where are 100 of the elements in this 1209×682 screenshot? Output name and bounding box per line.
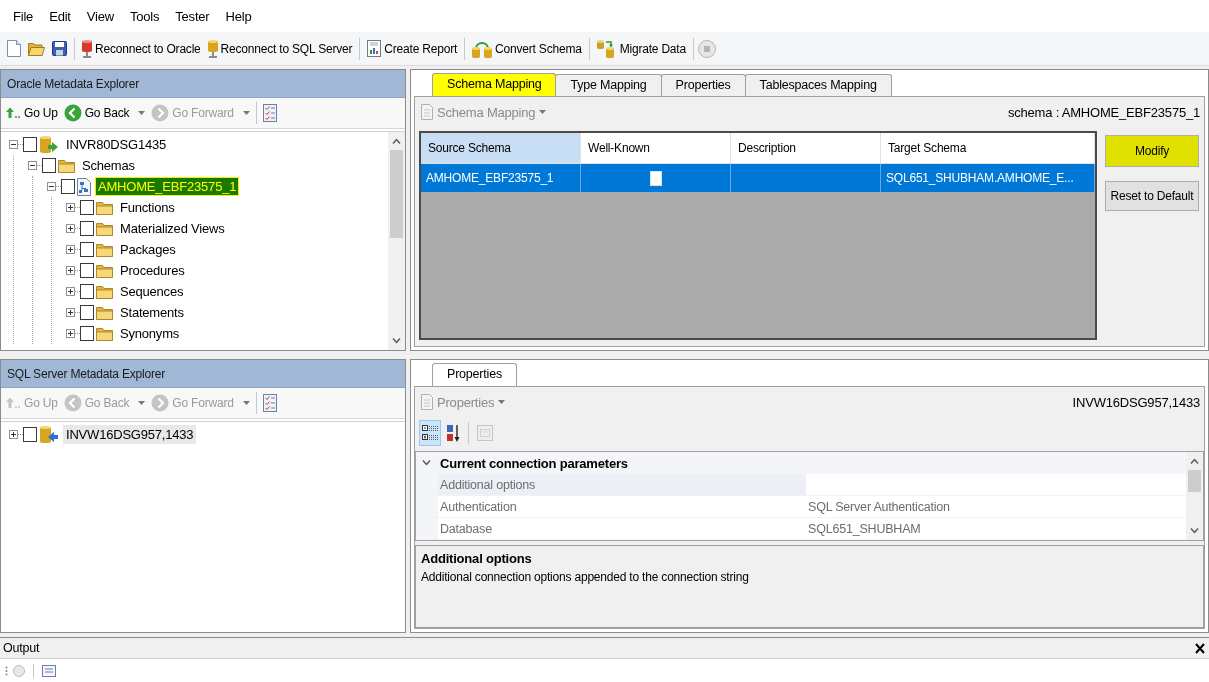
expand-icon[interactable] bbox=[66, 224, 75, 233]
panel-title: Output bbox=[3, 641, 40, 655]
property-value: SQL651_SHUBHAM bbox=[808, 521, 921, 536]
column-header[interactable]: Well-Known bbox=[581, 133, 731, 164]
tree-item[interactable]: Synonyms bbox=[117, 324, 183, 343]
column-header[interactable]: Source Schema bbox=[421, 133, 581, 164]
context-label: schema : AMHOME_EBF23575_1 bbox=[1007, 104, 1200, 120]
folder-icon bbox=[96, 263, 113, 278]
chevron-down-icon[interactable] bbox=[392, 338, 401, 344]
context-label: INVW16DSG957,1433 bbox=[1072, 394, 1200, 410]
button[interactable]: Reset to Default bbox=[1105, 181, 1199, 211]
checkbox[interactable] bbox=[80, 284, 94, 299]
checklist-icon[interactable] bbox=[262, 104, 277, 122]
expand-icon[interactable] bbox=[66, 287, 75, 296]
menu-item[interactable]: Edit bbox=[41, 6, 79, 26]
tree-item[interactable]: Procedures bbox=[117, 261, 188, 280]
chevron-up-icon[interactable] bbox=[392, 138, 401, 144]
tree-item[interactable]: Statements bbox=[117, 303, 187, 322]
database-icon bbox=[82, 39, 92, 58]
new-file-icon[interactable] bbox=[7, 40, 21, 57]
scroll-thumb[interactable] bbox=[1188, 470, 1201, 492]
checkbox[interactable] bbox=[80, 221, 94, 236]
nav-button[interactable]: Go Up bbox=[3, 104, 61, 122]
expand-icon[interactable] bbox=[9, 430, 18, 439]
menu-item[interactable]: View bbox=[78, 6, 122, 26]
column-header[interactable]: Description bbox=[731, 133, 881, 164]
tree-item[interactable]: Materialized Views bbox=[117, 219, 228, 238]
property-name[interactable]: Additional options bbox=[438, 474, 806, 495]
property-name[interactable]: Database bbox=[438, 518, 806, 539]
back-icon bbox=[63, 394, 82, 412]
checkbox[interactable] bbox=[23, 427, 37, 442]
menu-item[interactable]: Tools bbox=[121, 6, 168, 26]
list-icon[interactable] bbox=[42, 664, 56, 677]
save-icon[interactable] bbox=[52, 41, 67, 56]
checklist-icon[interactable] bbox=[262, 394, 277, 412]
expand-icon[interactable] bbox=[66, 203, 75, 212]
property-name[interactable]: Authentication bbox=[438, 496, 806, 517]
toolbar-button[interactable]: Create Report bbox=[364, 37, 461, 60]
chevron-up-icon[interactable] bbox=[1190, 458, 1199, 464]
forward-icon bbox=[151, 104, 170, 122]
tab[interactable]: Properties bbox=[660, 74, 746, 96]
grip-icon bbox=[5, 665, 8, 676]
checkbox[interactable] bbox=[42, 158, 56, 173]
checkbox[interactable] bbox=[80, 326, 94, 341]
diagram-document-icon bbox=[77, 177, 91, 196]
tab[interactable]: Type Mapping bbox=[555, 74, 662, 96]
collapse-icon[interactable] bbox=[9, 140, 18, 149]
checkbox[interactable] bbox=[80, 200, 94, 215]
toolbar-button[interactable]: Reconnect to SQL Server bbox=[204, 36, 356, 61]
tree-item[interactable]: Functions bbox=[117, 198, 178, 217]
forward-icon bbox=[151, 394, 170, 412]
sort-icon bbox=[446, 424, 460, 442]
checkbox[interactable] bbox=[61, 179, 75, 194]
open-folder-icon[interactable] bbox=[28, 41, 45, 56]
collapse-icon[interactable] bbox=[47, 182, 56, 191]
expand-icon[interactable] bbox=[66, 329, 75, 338]
tab[interactable]: Schema Mapping bbox=[432, 73, 557, 96]
menu-item[interactable]: Help bbox=[217, 6, 260, 26]
toolbar-button[interactable]: Migrate Data bbox=[593, 36, 689, 61]
chart-document-icon bbox=[367, 40, 382, 57]
table-row[interactable]: AMHOME_EBF23575_1 SQL651_SHUBHAM.AMHOME_E... bbox=[421, 164, 1095, 192]
folder-icon bbox=[96, 326, 113, 341]
checkbox[interactable] bbox=[80, 242, 94, 257]
scrollbar[interactable] bbox=[388, 132, 405, 350]
close-icon[interactable] bbox=[1195, 642, 1205, 654]
toolbar-button[interactable]: Convert Schema bbox=[469, 36, 585, 61]
checkbox[interactable] bbox=[80, 305, 94, 320]
menu-item[interactable]: Tester bbox=[167, 6, 218, 26]
toolbar-button[interactable]: Reconnect to Oracle bbox=[79, 36, 204, 61]
chevron-down-icon[interactable] bbox=[422, 460, 431, 466]
database-icon bbox=[207, 39, 218, 58]
view-button[interactable] bbox=[419, 420, 441, 446]
menu-item[interactable]: File bbox=[5, 6, 42, 26]
tree-item[interactable]: Schemas bbox=[79, 156, 138, 175]
tab[interactable]: Tablespaces Mapping bbox=[744, 74, 892, 96]
expand-icon[interactable] bbox=[66, 245, 75, 254]
collapse-icon[interactable] bbox=[28, 161, 37, 170]
tree-item[interactable]: INVR80DSG1435 bbox=[63, 135, 169, 154]
database-icon bbox=[39, 134, 59, 155]
checkbox[interactable] bbox=[80, 263, 94, 278]
tree-item[interactable]: Packages bbox=[117, 240, 179, 259]
tree-item[interactable]: Sequences bbox=[117, 282, 187, 301]
scrollbar[interactable] bbox=[1186, 452, 1203, 540]
caret-icon bbox=[498, 400, 506, 404]
document-icon bbox=[421, 394, 433, 410]
expand-icon[interactable] bbox=[66, 266, 75, 275]
checkbox[interactable] bbox=[23, 137, 37, 152]
table-cell: SQL651_SHUBHAM.AMHOME_E... bbox=[886, 171, 1074, 185]
chevron-down-icon[interactable] bbox=[1190, 528, 1199, 534]
folder-icon bbox=[58, 158, 75, 173]
scroll-thumb[interactable] bbox=[390, 150, 403, 238]
tree-item[interactable]: AMHOME_EBF23575_1 bbox=[95, 177, 240, 196]
tab[interactable]: Properties bbox=[432, 363, 517, 386]
nav-button[interactable]: Go Back bbox=[60, 102, 149, 124]
button[interactable]: Modify bbox=[1105, 135, 1199, 167]
document-icon bbox=[421, 104, 433, 120]
property-value: SQL Server Authentication bbox=[808, 499, 950, 514]
tree-item[interactable]: INVW16DSG957,1433 bbox=[63, 425, 197, 444]
column-header[interactable]: Target Schema bbox=[881, 133, 1095, 164]
expand-icon[interactable] bbox=[66, 308, 75, 317]
